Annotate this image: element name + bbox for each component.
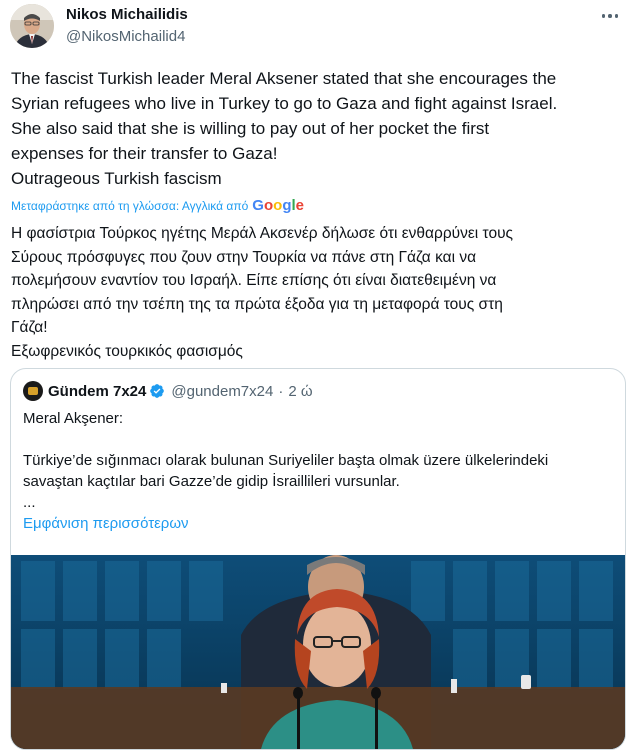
translation-notice-link[interactable]: Μεταφράστηκε από τη γλώσσα: Αγγλικά από … [11,197,304,214]
google-logo: Google [252,197,304,214]
translated-text: Η φασίστρια Τούρκος ηγέτης Μεράλ Ακσενέρ… [11,222,636,363]
author-handle[interactable]: @NikosMichailid4 [66,28,185,45]
quoted-media-image[interactable] [11,555,625,749]
quoted-line [23,429,613,450]
quoted-tweet-text: Meral Akşener: Türkiye’de sığınmacı olar… [23,408,613,534]
tweet-line: The fascist Turkish leader Meral Aksener… [11,69,557,88]
translated-line: πληρώσει από την τσέπη της τα πρώτα έξοδ… [11,295,503,313]
show-more-link[interactable]: Εμφάνιση περισσότερων [23,513,613,534]
translation-label: Μεταφράστηκε από τη γλώσσα: Αγγλικά από [11,198,249,213]
quoted-line: Türkiye’de sığınmacı olarak bulunan Suri… [23,452,549,469]
separator-dot: · [278,382,284,400]
verified-badge-icon [150,384,165,398]
more-options-icon[interactable] [596,6,624,26]
author-avatar[interactable] [10,4,54,48]
tweet-line: expenses for their transfer to Gaza! [11,144,278,163]
translated-line: Εξωφρενικός τουρκικός φασισμός [11,342,243,360]
quoted-line: ... [23,494,36,511]
quoted-line: Meral Akşener: [23,410,124,427]
quoted-account-avatar[interactable] [23,381,43,401]
quoted-tweet-card[interactable]: Gündem 7x24 @gundem7x24 · 2 ώ Meral Akşe… [10,368,626,750]
quoted-timestamp[interactable]: 2 ώ [288,383,312,400]
quoted-account-name[interactable]: Gündem 7x24 [48,383,146,400]
quoted-tweet-header: Gündem 7x24 @gundem7x24 · 2 ώ [23,381,313,401]
author-name[interactable]: Nikos Michailidis [66,6,188,23]
tweet-line: She also said that she is willing to pay… [11,119,490,138]
tweet-line: Syrian refugees who live in Turkey to go… [11,94,558,113]
translated-line: Η φασίστρια Τούρκος ηγέτης Μεράλ Ακσενέρ… [11,225,514,242]
speaker-photo [11,555,625,749]
tweet-text: The fascist Turkish leader Meral Aksener… [11,66,631,191]
translated-line: Σύρους πρόσφυγες που ζουν στην Τουρκία ν… [11,248,477,266]
translated-line: πολεμήσουν εναντίον του Ισραήλ. Είπε επί… [11,272,497,289]
quoted-line: savaştan kaçtılar bari Gazze’de gidip İs… [23,473,400,490]
quoted-account-handle[interactable]: @gundem7x24 [171,383,273,400]
translated-line: Γάζα! [11,319,48,336]
tweet-line: Outrageous Turkish fascism [11,169,222,188]
